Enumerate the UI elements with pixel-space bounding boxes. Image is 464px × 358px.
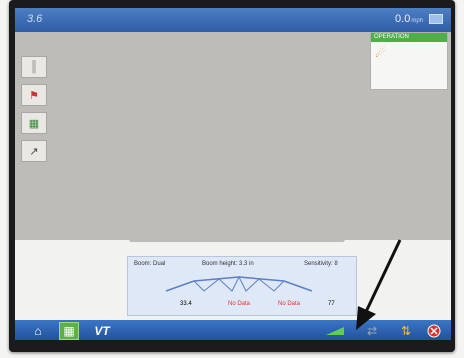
home-icon[interactable]: ⌂ <box>27 322 49 340</box>
gps-status-text: 3.6 <box>27 13 43 25</box>
bottom-taskbar: ⌂ ▦ VT ⇄ ⇅ <box>15 320 451 340</box>
boom-diagram <box>165 275 313 292</box>
battery-icon <box>429 14 443 24</box>
guidance-icon[interactable]: ↗ <box>21 140 47 162</box>
overview-header: OPERATION <box>371 33 447 42</box>
boom-label: Boom: Dual <box>134 261 166 267</box>
status-right: 0.0mph <box>395 13 443 25</box>
sync-icon[interactable]: ⇄ <box>361 322 383 340</box>
panel-notch <box>113 218 361 242</box>
vt-button[interactable]: VT <box>91 322 113 340</box>
wedge-icon[interactable] <box>325 322 347 340</box>
grid-icon[interactable]: ▦ <box>59 322 79 340</box>
status-bar: 3.6 0.0mph <box>15 8 451 32</box>
boom-icon[interactable]: ║ <box>21 56 47 78</box>
boom-height-label: Boom height: 3.3 in <box>202 261 254 267</box>
sensitivity-label: Sensitivity: 8 <box>304 261 338 267</box>
boom-value-3: No Data <box>278 301 301 307</box>
flip-icon[interactable]: ⇅ <box>395 322 417 340</box>
boom-status-panel[interactable]: Boom: Dual Boom height: 3.3 in Sensitivi… <box>127 256 357 316</box>
flag-icon[interactable]: ⚑ <box>21 84 47 106</box>
boom-value-2: No Data <box>228 301 251 307</box>
left-toolbar: ║ ⚑ ▦ ↗ <box>21 56 47 162</box>
boom-value-1: 33.4 <box>180 301 192 307</box>
field-icon[interactable]: ▦ <box>21 112 47 134</box>
operation-overview[interactable]: OPERATION ☄ <box>370 32 448 90</box>
display-screen: 3.6 0.0mph ║ ⚑ ▦ ↗ OPERATION ☄ Boom: Dua… <box>15 8 451 340</box>
stop-icon[interactable] <box>423 322 445 340</box>
boom-value-4: 77 <box>328 301 335 307</box>
overview-icon: ☄ <box>375 46 386 60</box>
speed-value: 0.0mph <box>395 13 423 25</box>
